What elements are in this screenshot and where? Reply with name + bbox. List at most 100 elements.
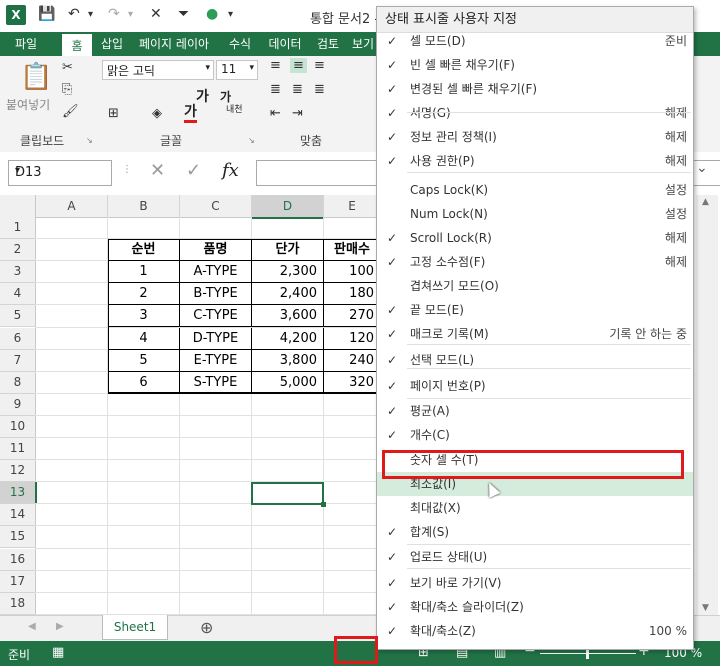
undo-icon[interactable]: ↶ xyxy=(68,6,80,22)
menu-item[interactable]: ✓ 서명(G) 해제 xyxy=(377,101,693,125)
table-cell[interactable]: 270 xyxy=(324,305,380,328)
font-color-button[interactable]: 가 xyxy=(184,104,197,123)
table-cell[interactable]: 4,200 xyxy=(252,327,324,350)
table-cell[interactable]: 3 xyxy=(108,305,180,328)
paste-label[interactable]: 붙여넣기 xyxy=(6,96,50,113)
macro-record-icon[interactable]: ▦ xyxy=(52,645,64,660)
format-painter-icon[interactable]: 🖌 xyxy=(62,104,79,119)
tab-page-layout[interactable]: 페이지 레이아 xyxy=(130,32,218,56)
enter-check-icon[interactable]: ✓ xyxy=(186,160,201,181)
row-header[interactable]: 13 xyxy=(0,482,37,505)
row-header[interactable]: 12 xyxy=(0,460,36,483)
menu-item[interactable]: ✓ 합계(S) xyxy=(377,520,693,544)
table-cell[interactable]: 240 xyxy=(324,350,380,372)
tab-data[interactable]: 데이터 xyxy=(260,32,310,56)
table-cell[interactable]: B-TYPE xyxy=(180,283,252,306)
table-cell[interactable]: C-TYPE xyxy=(180,305,252,328)
align-right-icon[interactable]: ≣ xyxy=(314,82,325,97)
border-icon[interactable]: ⊞ xyxy=(108,106,119,121)
table-cell[interactable]: 5,000 xyxy=(252,371,324,394)
menu-item[interactable]: ✓ 사용 권한(P) 해제 xyxy=(377,149,693,173)
row-header[interactable]: 15 xyxy=(0,526,36,549)
scroll-left-icon[interactable]: ◀ xyxy=(28,621,36,632)
undo-dropdown-icon[interactable]: ▾ xyxy=(88,9,93,20)
table-header-cell[interactable]: 순번 xyxy=(108,239,180,262)
align-center-icon[interactable]: ≣ xyxy=(292,82,303,97)
redo-icon[interactable]: ↷ xyxy=(108,6,120,22)
font-size-select[interactable]: 11 ▾ xyxy=(216,60,258,80)
row-header[interactable]: 6 xyxy=(0,327,36,350)
row-header[interactable]: 11 xyxy=(0,438,36,461)
tab-view[interactable]: 보기 xyxy=(346,32,380,56)
row-header[interactable]: 14 xyxy=(0,504,36,527)
selected-cell[interactable] xyxy=(251,482,324,505)
table-cell[interactable]: 2,300 xyxy=(252,261,324,284)
row-header[interactable]: 18 xyxy=(0,592,36,615)
column-header[interactable]: B xyxy=(108,195,180,218)
add-sheet-icon[interactable]: ⊕ xyxy=(200,618,213,637)
menu-item[interactable]: ✓ 매크로 기록(M) 기록 안 하는 중 xyxy=(377,322,693,346)
row-header[interactable]: 16 xyxy=(0,548,36,571)
paste-icon[interactable]: 📋 xyxy=(20,62,52,92)
table-cell[interactable]: 2,400 xyxy=(252,283,324,306)
tab-home[interactable]: 홈 xyxy=(62,34,92,56)
table-cell[interactable]: 5 xyxy=(108,349,180,372)
table-header-cell[interactable]: 단가 xyxy=(252,239,324,262)
menu-item[interactable]: ✓ 끝 모드(E) xyxy=(377,298,693,322)
phonetic-button[interactable]: 내천 xyxy=(226,106,243,115)
menu-item[interactable]: Caps Lock(K) 설정 xyxy=(377,178,693,202)
sheet-tab[interactable]: Sheet1 xyxy=(102,615,168,640)
table-cell[interactable]: 2 xyxy=(108,283,180,306)
insert-function-button[interactable]: fx xyxy=(222,160,239,181)
scroll-right-icon[interactable]: ▶ xyxy=(56,621,64,632)
filter-icon[interactable]: ⏷ xyxy=(178,6,189,22)
menu-item[interactable]: ✓ 보기 바로 가기(V) xyxy=(377,571,693,595)
menu-item[interactable]: 최대값(X) xyxy=(377,496,693,520)
table-cell[interactable]: 1 xyxy=(108,261,180,284)
menu-item[interactable]: Num Lock(N) 설정 xyxy=(377,202,693,226)
cancel-icon[interactable]: ✕ xyxy=(150,160,165,181)
menu-item[interactable]: ✓ 업로드 상태(U) xyxy=(377,545,693,569)
select-all-corner[interactable] xyxy=(0,195,36,218)
shrink-font-button[interactable]: 가 xyxy=(220,88,231,105)
table-cell[interactable]: E-TYPE xyxy=(180,349,252,372)
align-bottom-icon[interactable]: ≡ xyxy=(314,58,325,73)
table-cell[interactable]: 6 xyxy=(108,371,180,394)
menu-item[interactable]: ✓ 확대/축소(Z) 100 % xyxy=(377,619,693,643)
align-left-icon[interactable]: ≣ xyxy=(270,82,281,97)
menu-item[interactable]: ✓ Scroll Lock(R) 해제 xyxy=(377,226,693,250)
menu-item[interactable]: ✓ 평균(A) xyxy=(377,399,693,423)
column-header[interactable]: D xyxy=(252,195,324,219)
save-icon[interactable]: 💾 xyxy=(38,6,55,22)
menu-item[interactable]: ✓ 확대/축소 슬라이더(Z) xyxy=(377,595,693,619)
clipboard-launcher-icon[interactable]: ↘ xyxy=(86,136,93,145)
align-middle-icon[interactable]: ≡ xyxy=(290,58,307,73)
menu-item[interactable]: ✓ 페이지 번호(P) xyxy=(377,374,693,398)
align-top-icon[interactable]: ≡ xyxy=(270,58,281,73)
copy-icon[interactable]: ⎘ xyxy=(62,82,72,97)
menu-item[interactable]: ✓ 변경된 셀 빠른 채우기(F) xyxy=(377,77,693,101)
table-cell[interactable]: D-TYPE xyxy=(180,327,252,350)
row-header[interactable]: 10 xyxy=(0,415,36,438)
row-header[interactable]: 5 xyxy=(0,305,36,328)
menu-item[interactable]: ✓ 빈 셀 빠른 채우기(F) xyxy=(377,53,693,77)
fill-color-icon[interactable]: ◈ xyxy=(152,106,162,121)
table-cell[interactable]: 3,800 xyxy=(252,349,324,372)
menu-item[interactable]: ✓ 정보 관리 정책(I) 해제 xyxy=(377,125,693,149)
table-cell[interactable]: A-TYPE xyxy=(180,261,252,284)
tab-file[interactable]: 파일 xyxy=(0,32,52,56)
row-header[interactable]: 3 xyxy=(0,261,36,284)
close-x-icon[interactable]: ✕ xyxy=(150,6,162,22)
table-cell[interactable]: 4 xyxy=(108,327,180,350)
font-name-select[interactable]: 맑은 고딕 ▾ xyxy=(102,60,214,80)
qa-dropdown-icon[interactable]: ▾ xyxy=(228,9,233,20)
menu-item[interactable]: 겹쳐쓰기 모드(O) xyxy=(377,274,693,298)
menu-item[interactable]: ✓ 고정 소수점(F) 해제 xyxy=(377,250,693,274)
table-cell[interactable]: 120 xyxy=(324,328,380,350)
expand-formula-icon[interactable]: ⌄ xyxy=(696,160,708,176)
table-cell[interactable]: 100 xyxy=(324,261,380,284)
scroll-up-icon[interactable]: ▲ xyxy=(702,197,709,207)
menu-item[interactable]: ✓ 개수(C) xyxy=(377,423,693,447)
row-header[interactable]: 17 xyxy=(0,570,36,593)
outdent-icon[interactable]: ⇤ xyxy=(270,106,281,121)
